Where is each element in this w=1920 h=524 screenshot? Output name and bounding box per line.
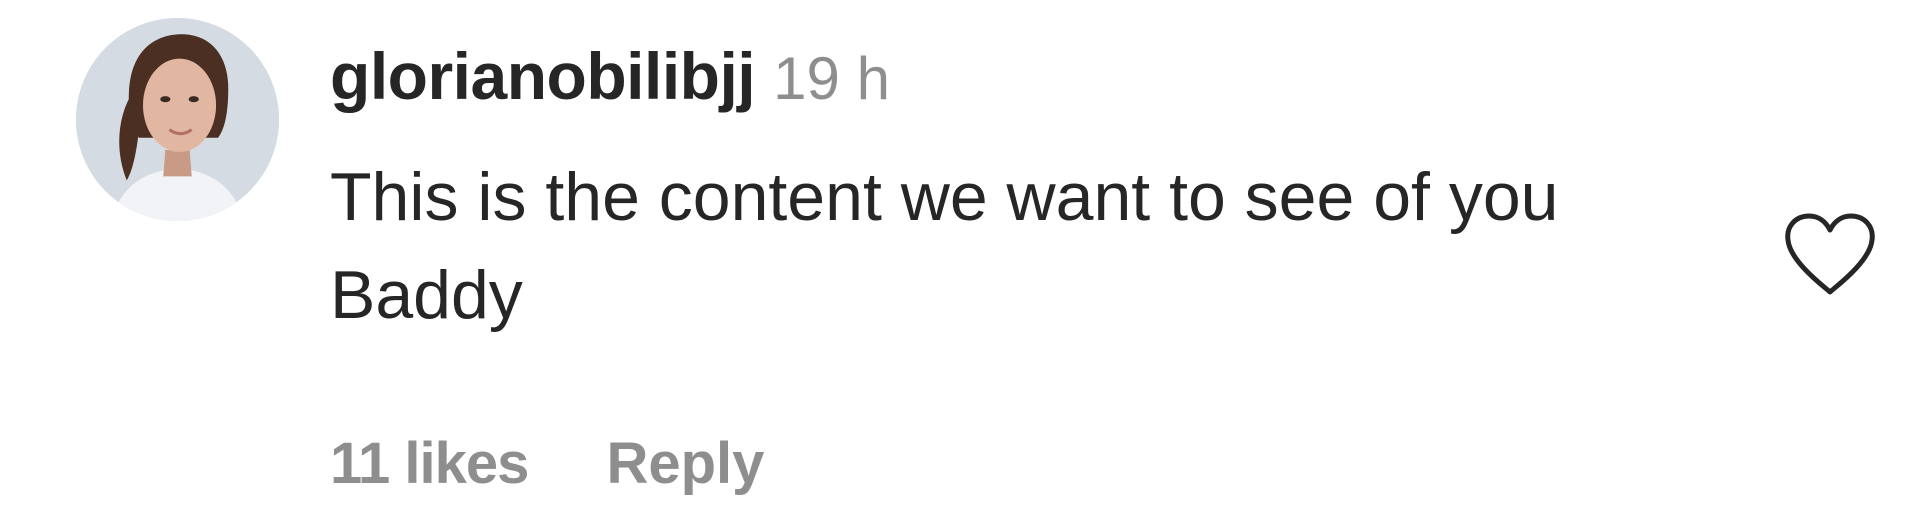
timestamp[interactable]: 19 h: [773, 44, 890, 113]
comment-header: glorianobilibjj 19 h: [330, 38, 890, 128]
reply-button[interactable]: Reply: [606, 430, 764, 497]
like-button[interactable]: [1780, 210, 1880, 300]
user-avatar-photo: [76, 18, 279, 221]
heart-outline-icon: [1785, 213, 1875, 295]
username-link[interactable]: glorianobilibjj: [330, 38, 756, 114]
comment: glorianobilibjj 19 h This is the content…: [0, 0, 1920, 524]
comment-text: This is the content we want to see of yo…: [330, 159, 1559, 333]
comment-footer: 11 likes Reply: [330, 428, 764, 498]
avatar[interactable]: [76, 18, 279, 221]
likes-count[interactable]: 11 likes: [330, 430, 529, 497]
